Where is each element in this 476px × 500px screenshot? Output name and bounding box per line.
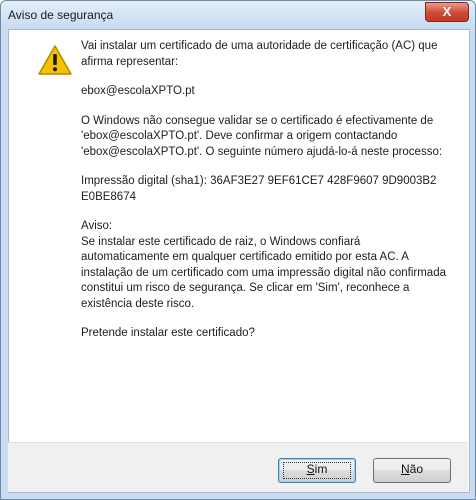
warning-block: Aviso: Se instalar este certificado de r… xyxy=(81,219,449,312)
close-icon: X xyxy=(442,4,452,19)
title-bar[interactable]: Aviso de segurança X xyxy=(1,1,475,29)
yes-mnemonic: S xyxy=(306,462,315,476)
close-button[interactable]: X xyxy=(425,2,469,22)
intro-text: Vai instalar um certificado de uma autor… xyxy=(81,40,438,68)
warning-text: Se instalar este certificado de raiz, o … xyxy=(81,235,446,310)
message-content: Vai instalar um certificado de uma autor… xyxy=(81,39,449,356)
no-button[interactable]: Não xyxy=(373,458,451,483)
question-text: Pretende instalar este certificado? xyxy=(81,327,255,339)
security-warning-dialog: Aviso de segurança X Vai instalar um cer… xyxy=(0,0,476,500)
thumbprint-label: Impressão digital (sha1): xyxy=(81,175,211,187)
warning-icon xyxy=(38,45,72,75)
button-bar: Sim Não xyxy=(8,442,468,492)
authority-name: ebox@escolaXPTO.pt xyxy=(81,85,195,97)
warning-heading: Aviso: xyxy=(81,220,113,232)
thumbprint: Impressão digital (sha1): 36AF3E27 9EF61… xyxy=(81,174,449,205)
window-title: Aviso de segurança xyxy=(8,8,114,22)
yes-label: im xyxy=(314,462,328,476)
no-mnemonic: N xyxy=(400,462,410,476)
yes-button[interactable]: Sim xyxy=(278,458,356,483)
validation-text: O Windows não consegue validar se o cert… xyxy=(81,114,443,158)
no-label: ão xyxy=(409,462,424,476)
